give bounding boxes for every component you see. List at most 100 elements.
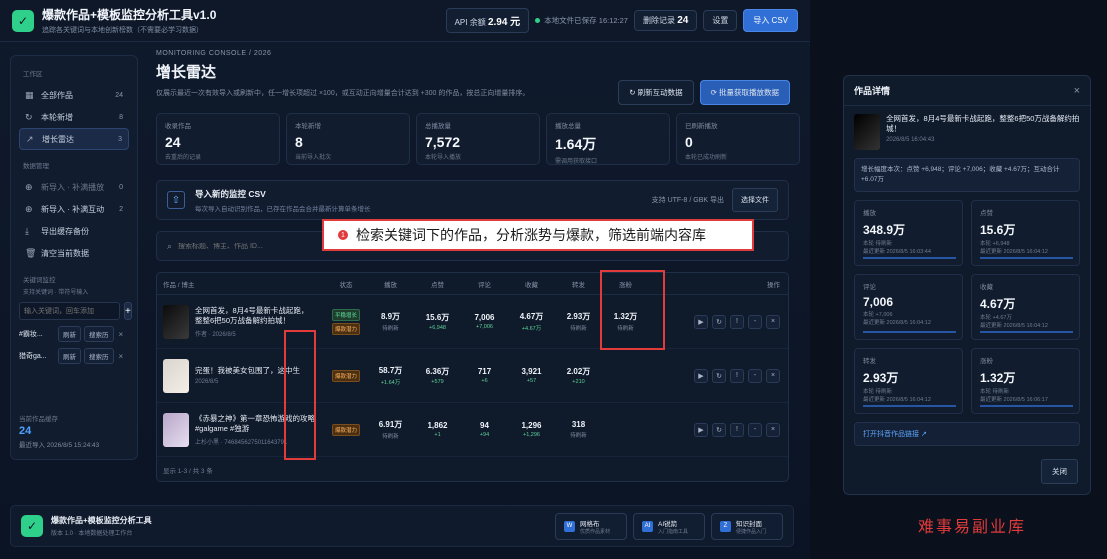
sidebar-item[interactable]: ⊕ 新导入 · 补满播放 0 [19, 176, 129, 198]
column-header[interactable]: 播放 [367, 279, 414, 289]
remove-keyword-icon[interactable]: × [119, 352, 124, 361]
table-footer: 显示 1-3 / 共 3 条 [163, 468, 213, 475]
keyword-name: 猎奇ga... [19, 353, 47, 360]
keyword-refresh-button[interactable]: 刷新 [58, 326, 81, 342]
metric-value: 3,921 [521, 367, 542, 376]
refresh-icon[interactable]: ↻ [712, 368, 726, 383]
metric-label: 点赞 [980, 210, 993, 217]
metric-value: 15.6万 [980, 223, 1016, 237]
column-header[interactable]: 收藏 [508, 279, 555, 289]
play-icon[interactable]: ▶ [694, 314, 708, 329]
sidebar-item[interactable]: ▦ 全部作品 24 [19, 84, 129, 106]
table-row[interactable]: 《赤暴之神》第一章恐怖游戏的攻略#galgame #独游 上杉小黑 · 74684… [157, 403, 788, 457]
footer-title: 爆款作品+模板监控分析工具 [51, 516, 152, 525]
sidebar-item[interactable]: ⤓ 导出缓存备份 [19, 220, 129, 242]
batch-fetch-button[interactable]: ⟳ 批量获取播放数据 [699, 80, 790, 105]
delete-icon[interactable]: × [766, 422, 780, 437]
stat-card: 播放总量 1.64万 需调用获取接口 [546, 113, 670, 165]
keyword-item: #霸妆... 刷新 搜索历 × [19, 326, 129, 342]
footer-link-card[interactable]: W 网格布 优质作品素材 [555, 512, 627, 540]
search-input[interactable] [178, 242, 319, 250]
minus-icon[interactable]: - [748, 422, 762, 437]
keyword-name: #霸妆... [19, 331, 43, 338]
footer-link-card[interactable]: Z 知识封面 便捷作品入门 [711, 512, 783, 540]
metric-delta: +1,296 [523, 432, 540, 438]
status-badge: 爆款潜力 [332, 423, 360, 436]
stat-label: 已刷新播放 [685, 123, 718, 130]
footer-subtitle: 版本 1.0 · 本地数据处理工作台 [51, 531, 133, 537]
highlight-box-fans [600, 270, 665, 350]
minus-icon[interactable]: - [748, 368, 762, 383]
keyword-refresh-button[interactable]: 刷新 [58, 348, 81, 364]
close-panel-button[interactable]: 关闭 [1041, 459, 1078, 484]
stat-value: 7,572 [425, 134, 461, 150]
metric-delta: 待刷新 [570, 433, 587, 439]
info-icon[interactable]: ! [730, 422, 744, 437]
remove-keyword-icon[interactable]: × [119, 330, 124, 339]
keyword-input[interactable] [19, 302, 120, 320]
nav-count: 2 [119, 205, 123, 213]
metric-label: 播放 [863, 210, 876, 217]
refresh-interactions-button[interactable]: ↻ 刷新互动数据 [618, 80, 694, 105]
add-keyword-button[interactable]: + [124, 302, 132, 320]
sidebar-item[interactable]: ↗ 增长雷达 3 [19, 128, 129, 150]
close-icon[interactable]: × [1074, 85, 1080, 97]
minus-icon[interactable]: - [748, 314, 762, 329]
detail-panel: 作品详情 × 全网首发，8月4号最新卡战起跑，整整6把50万战备解约拍城！ 20… [843, 75, 1091, 495]
metric-value: 1,296 [521, 421, 542, 430]
app-subtitle: 追踪各关键词与本地创新榜数（不需要必学习数据） [42, 27, 203, 34]
nav-icon: ⤓ [25, 225, 29, 236]
delete-icon[interactable]: × [766, 368, 780, 383]
metric-bar [980, 405, 1073, 407]
metric-value: 8.9万 [380, 312, 401, 321]
card-title: 知识封面 [736, 520, 762, 528]
table-row[interactable]: 全网首发，8月4号最新卡战起跑，整整6把50万战备解约拍城！ 作者 · 2026/… [157, 295, 788, 349]
metric-card: 点赞 15.6万 本轮 +6,948 最近更新 2026/8/5 16:04:12 [971, 200, 1080, 266]
table-row[interactable]: 完蛋！我被美女包围了，这中生 2026/8/5 爆款潜力 58.7万 +1.64万 6.3… [157, 349, 788, 403]
metric-value: 94 [480, 421, 489, 430]
stat-sub: 本轮已成功刷新 [685, 155, 728, 161]
delete-icon[interactable]: × [766, 314, 780, 329]
column-header[interactable]: 转发 [555, 279, 602, 289]
nav-label: 本轮新增 [41, 112, 73, 122]
column-header[interactable]: 点赞 [414, 279, 461, 289]
info-icon[interactable]: ! [730, 314, 744, 329]
metric-bar [980, 257, 1073, 259]
metric-card: 评论 7,006 本轮 +7,006 最近更新 2026/8/5 16:04:12 [854, 274, 963, 340]
metric-value: 717 [477, 367, 492, 376]
sidebar-item[interactable]: 🗑 清空当前数据 [19, 242, 129, 264]
metric-updated: 最近更新 2026/8/5 16:04:12 [980, 249, 1048, 255]
metric-updated: 最近更新 2026/8/5 16:04:12 [863, 320, 931, 326]
choose-file-button[interactable]: 选择文件 [732, 188, 778, 212]
metric-bar [863, 257, 956, 259]
column-header[interactable]: 评论 [461, 279, 508, 289]
nav-count: 8 [119, 113, 123, 121]
footer-link-card[interactable]: AI AI锐箭 入门指南工具 [633, 512, 705, 540]
nav-icon: ↗ [26, 133, 34, 144]
column-header: 状态 [339, 281, 353, 289]
delete-records-button[interactable]: 删除记录 24 [633, 10, 698, 31]
keyword-history-button[interactable]: 搜索历 [84, 326, 114, 342]
play-icon[interactable]: ▶ [694, 368, 708, 383]
import-csv-button[interactable]: 导入 CSV [743, 9, 798, 32]
settings-button[interactable]: 设置 [703, 10, 738, 31]
sidebar-item[interactable]: ⊕ 新导入 · 补满互动 2 [19, 198, 129, 220]
play-icon[interactable]: ▶ [694, 422, 708, 437]
metric-card: 转发 2.93万 本轮 待刷新 最近更新 2026/8/5 16:04:12 [854, 348, 963, 414]
metric-delta: +94 [479, 432, 490, 438]
keyword-history-button[interactable]: 搜索历 [84, 348, 114, 364]
app-title: 爆款作品+模板监控分析工具v1.0 [42, 8, 217, 22]
keyword-hint: 支持关键词 · 带符号输入 [23, 290, 89, 296]
metric-label: 评论 [863, 284, 876, 291]
refresh-icon[interactable]: ↻ [712, 314, 726, 329]
open-link[interactable]: 打开抖音作品链接 ↗ [854, 422, 1080, 446]
work-thumbnail [163, 358, 189, 393]
encoding-hint: 支持 UTF-8 / GBK 导出 [651, 197, 724, 204]
refresh-icon: ↻ [629, 88, 638, 97]
info-icon[interactable]: ! [730, 368, 744, 383]
metric-value: 2.93万 [566, 312, 591, 321]
metric-value: 7,006 [474, 313, 495, 322]
refresh-icon[interactable]: ↻ [712, 422, 726, 437]
sidebar-item[interactable]: ↻ 本轮新增 8 [19, 106, 129, 128]
growth-summary: 增长幅度本次：点赞 +6,948；评论 +7,006；收藏 +4.67万；互动合… [854, 158, 1080, 192]
